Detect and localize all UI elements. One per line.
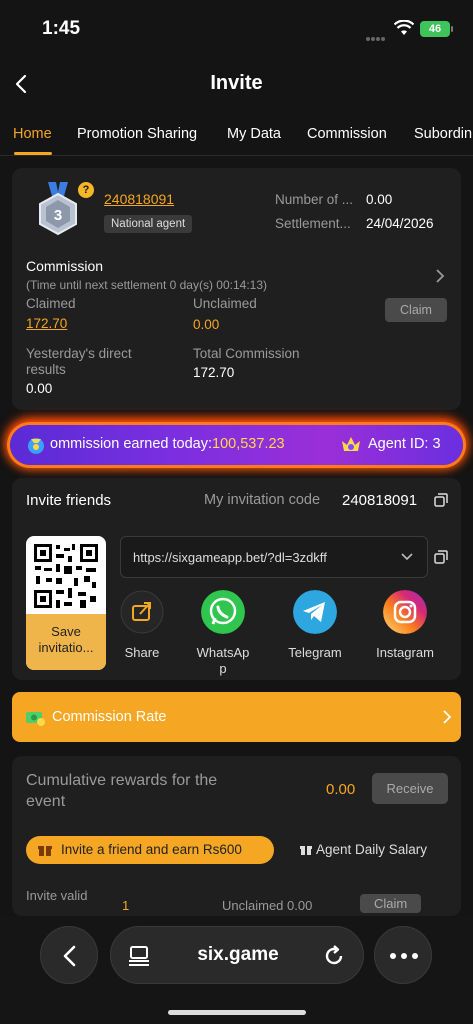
qr-card[interactable]: Save invitatio... <box>26 536 106 670</box>
invite-earn-label: Invite a friend and earn Rs600 <box>61 842 242 857</box>
telegram-icon <box>293 590 337 634</box>
share-icon <box>120 590 164 634</box>
share-telegram[interactable]: Telegram <box>280 590 350 661</box>
cumulative-rewards-title: Cumulative rewards for the event <box>26 772 218 810</box>
invite-valid-label: Invite valid <box>26 888 88 903</box>
browser-toolbar: six.game <box>0 916 473 1024</box>
agent-id[interactable]: 240818091 <box>104 191 174 207</box>
instagram-icon <box>383 590 427 634</box>
claimed-value[interactable]: 172.70 <box>26 316 67 331</box>
save-invitation-button[interactable]: Save invitatio... <box>26 614 106 670</box>
chevron-left-icon <box>63 945 76 967</box>
invite-url: https://sixgameapp.bet/?dl=3zdkff <box>133 550 327 565</box>
active-tab-indicator <box>14 152 52 155</box>
battery-level: 46 <box>428 23 442 35</box>
invite-earn-pill[interactable]: Invite a friend and earn Rs600 <box>26 836 274 864</box>
invite-url-dropdown[interactable]: https://sixgameapp.bet/?dl=3zdkff <box>120 536 428 578</box>
save-label-1: Save <box>51 624 81 639</box>
tab-home[interactable]: Home <box>13 126 52 142</box>
invite-friends-title: Invite friends <box>26 492 112 509</box>
total-commission-value: 172.70 <box>193 365 235 380</box>
number-value: 0.00 <box>366 192 393 207</box>
home-indicator <box>168 1010 306 1015</box>
battery-indicator: 46 <box>420 21 453 37</box>
invite-unclaimed: Unclaimed 0.00 <box>222 898 313 913</box>
yesterday-label: Yesterday's direct <box>26 346 132 361</box>
medal-icon: 3 <box>39 182 77 236</box>
tab-commission[interactable]: Commission <box>307 126 387 142</box>
trophy-icon <box>28 438 44 454</box>
banner-value: 100,537.23 <box>212 436 285 452</box>
more-dots-icon <box>390 953 418 959</box>
commission-rate-label: Commission Rate <box>52 709 167 725</box>
save-label-2: invitatio... <box>38 640 94 655</box>
invitation-code-label: My invitation code <box>204 492 321 508</box>
medal-level: 3 <box>54 207 62 224</box>
yesterday-label-2: results <box>26 362 66 377</box>
chevron-down-icon <box>401 553 413 561</box>
gift-icon <box>38 846 52 856</box>
agent-daily-salary-tab[interactable]: Agent Daily Salary <box>316 842 427 857</box>
whatsapp-label: WhatsAp p <box>196 645 250 676</box>
share-generic[interactable]: Share <box>107 590 177 661</box>
top-navigation: Invite <box>0 58 473 110</box>
help-icon[interactable]: ? <box>78 182 94 198</box>
commission-today-banner: ommission earned today:100,537.23 Agent … <box>10 425 463 465</box>
settlement-label: Settlement... <box>275 216 351 231</box>
status-bar: 1:45 46 <box>0 0 473 56</box>
invite-valid-count: 1 <box>122 898 130 913</box>
tab-subordinates[interactable]: Subordin <box>414 126 472 142</box>
settlement-value: 24/04/2026 <box>366 216 434 231</box>
signal-dots-icon <box>366 28 388 41</box>
share-label: Share <box>124 645 160 660</box>
tab-my-data[interactable]: My Data <box>227 126 281 142</box>
status-time: 1:45 <box>42 18 81 39</box>
banner-message: ommission earned today:100,537.23 <box>50 436 285 452</box>
copy-code-icon[interactable] <box>434 493 448 507</box>
instagram-label: Instagram <box>376 645 434 660</box>
unclaimed-label: Unclaimed <box>193 296 257 311</box>
share-whatsapp[interactable]: WhatsAp p <box>188 590 258 677</box>
money-icon <box>26 712 45 726</box>
page-title: Invite <box>210 72 263 94</box>
browser-back-button[interactable] <box>40 926 98 984</box>
tab-promotion-sharing[interactable]: Promotion Sharing <box>77 126 197 142</box>
banner-text: ommission earned today: <box>50 436 212 452</box>
receive-button[interactable]: Receive <box>372 773 448 804</box>
crown-icon <box>342 437 360 451</box>
settlement-countdown: (Time until next settlement 0 day(s) 00:… <box>26 278 267 292</box>
share-instagram[interactable]: Instagram <box>370 590 440 661</box>
unclaimed-value: 0.00 <box>193 317 220 332</box>
agent-card: 3 ? 240818091 National agent Number of .… <box>12 168 461 410</box>
chevron-right-icon <box>443 710 452 724</box>
tab-bar: Home Promotion Sharing My Data Commissio… <box>0 116 473 156</box>
whatsapp-icon <box>201 590 245 634</box>
claimed-label: Claimed <box>26 296 76 311</box>
browser-address-bar[interactable]: six.game <box>110 926 364 984</box>
yesterday-value: 0.00 <box>26 381 53 396</box>
commission-chevron-icon[interactable] <box>435 269 445 283</box>
commission-rate-button[interactable]: Commission Rate <box>12 692 461 742</box>
invitation-code: 240818091 <box>342 492 418 509</box>
browser-more-button[interactable] <box>374 926 432 984</box>
copy-url-icon[interactable] <box>434 550 448 564</box>
qr-code-image <box>32 542 100 610</box>
commission-title: Commission <box>26 258 104 274</box>
invite-friends-card: Invite friends My invitation code 240818… <box>12 478 461 680</box>
wifi-icon <box>394 20 414 35</box>
invite-claim-button[interactable]: Claim <box>360 894 422 913</box>
total-commission-label: Total Commission <box>193 346 300 361</box>
banner-agent-id: Agent ID: 3 <box>368 436 441 452</box>
telegram-label: Telegram <box>288 645 342 660</box>
number-label: Number of ... <box>275 192 354 207</box>
event-rewards-card: Cumulative rewards for the event 0.00 Re… <box>12 756 461 916</box>
claim-button[interactable]: Claim <box>385 298 447 322</box>
cumulative-rewards-value: 0.00 <box>326 781 356 798</box>
salary-gift-icon <box>300 846 312 855</box>
agent-level-badge: National agent <box>104 215 193 233</box>
reload-icon[interactable] <box>323 945 345 967</box>
